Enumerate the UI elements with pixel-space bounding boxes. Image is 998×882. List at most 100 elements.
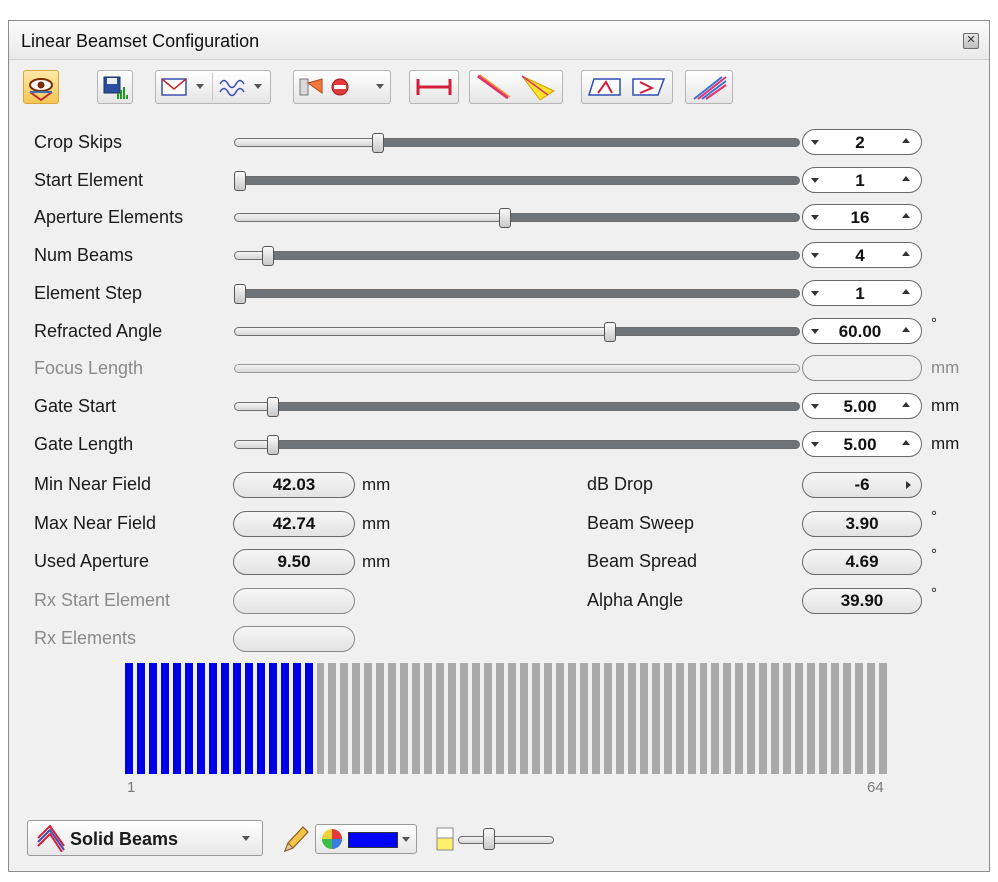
slider-thumb[interactable] [267,434,280,455]
wedge-group [581,70,673,104]
spinner-value: 1 [855,170,865,190]
field-value: 4.69 [845,552,879,571]
decrement-arrow-icon[interactable] [811,403,819,409]
opacity-slider-track[interactable] [458,836,554,844]
inactive-element [759,663,768,774]
slider-row: Gate Length 5.00 mm [9,427,991,459]
inactive-element [879,663,887,774]
slider-thumb[interactable] [234,283,246,304]
inactive-element [316,663,325,774]
slider-label: Crop Skips [34,132,123,152]
decrement-arrow-icon[interactable] [811,328,819,334]
slider-track[interactable] [234,439,800,449]
pencil-icon[interactable] [281,823,311,855]
bottom-toolbar: Solid Beams [21,819,977,863]
increment-arrow-icon[interactable] [902,326,910,332]
inactive-element [855,663,864,774]
wedge-alt-icon[interactable] [630,73,668,101]
inactive-element [519,663,528,774]
slider-track[interactable] [234,288,800,298]
field-label: Alpha Angle [587,589,684,610]
decrement-arrow-icon[interactable] [811,290,819,296]
active-element [148,663,157,774]
beam-mode-dropdown[interactable]: Solid Beams [27,820,263,856]
wedge-icon[interactable] [586,73,624,101]
increment-arrow-icon[interactable] [902,213,910,219]
spinner-value: 5.00 [843,396,877,416]
active-element [268,663,277,774]
increment-arrow-icon[interactable] [902,138,910,143]
probe-stop-dropdown-button[interactable] [293,70,391,104]
increment-arrow-icon[interactable] [902,288,910,294]
inactive-element [460,663,469,774]
value-spinner[interactable]: 1 [802,279,922,306]
element-array [125,663,891,774]
beam-color-picker[interactable] [315,824,417,854]
width-measure-icon [416,79,452,95]
value-spinner[interactable]: 4 [802,242,922,269]
increment-arrow-icon[interactable] [902,251,910,257]
value-spinner[interactable]: 16 [802,204,922,231]
slider-track[interactable] [234,251,800,261]
value-spinner[interactable]: 2 [802,129,922,155]
field-label: Rx Start Element [34,589,171,610]
active-element [220,663,229,774]
decrement-arrow-icon[interactable] [811,253,819,259]
inactive-element [579,663,588,774]
field-label: Beam Spread [587,551,698,571]
slider-thumb[interactable] [603,321,616,342]
probe-stop-icon [299,78,349,96]
inactive-element [591,663,600,774]
increment-arrow-icon[interactable] [902,439,910,445]
inactive-element [388,663,397,774]
slider-row: Focus Length mm [9,351,991,383]
decrement-arrow-icon[interactable] [811,441,819,447]
beam-direction-icon[interactable] [474,73,514,101]
active-element [232,663,241,774]
slider-thumb[interactable] [267,396,280,417]
decrement-arrow-icon[interactable] [811,140,819,145]
slider-track[interactable] [234,138,800,147]
db-drop-dropdown[interactable]: -6 [802,472,922,498]
close-button[interactable]: ✕ [963,33,979,49]
inactive-element [867,663,876,774]
slider-thumb[interactable] [498,208,511,229]
slider-track[interactable] [234,175,800,185]
opacity-slider-thumb[interactable] [483,828,496,850]
decrement-arrow-icon[interactable] [811,215,819,221]
unit-label: mm [931,358,960,378]
chevron-down-icon [376,84,384,89]
inactive-element [663,663,672,774]
waveform-dropdown-button[interactable] [214,71,270,103]
slider-thumb[interactable] [234,170,246,191]
active-element [136,663,145,774]
beam-fan-icon[interactable] [518,73,558,101]
increment-arrow-icon[interactable] [902,401,910,407]
readout-field: 42.74 [233,510,355,537]
decrement-arrow-icon[interactable] [811,177,819,183]
chevron-right-icon [906,481,911,489]
eye-view-button[interactable] [23,70,59,104]
value-spinner[interactable]: 1 [802,166,922,193]
active-element [256,663,265,774]
increment-arrow-icon[interactable] [902,175,910,181]
window-title: Linear Beamset Configuration [21,31,260,51]
slider-track[interactable] [234,401,800,411]
chevron-down-icon [242,836,250,841]
value-spinner[interactable]: 5.00 [802,430,922,457]
envelope-dropdown-button[interactable] [156,71,212,103]
active-element [196,663,205,774]
value-spinner[interactable]: 5.00 [802,392,922,419]
slider-thumb[interactable] [372,133,384,153]
slider-track[interactable] [234,326,800,336]
striped-beam-button[interactable] [685,70,733,104]
slider-row: Num Beams 4 [9,238,991,270]
slider-thumb[interactable] [261,246,274,267]
width-measure-button[interactable] [409,70,459,104]
slider-track[interactable] [234,213,800,223]
save-button[interactable] [97,70,133,104]
inactive-element [364,663,373,774]
value-spinner[interactable]: 60.00 [802,317,922,344]
waveform-icon [219,79,245,97]
striped-beam-icon [693,76,727,100]
